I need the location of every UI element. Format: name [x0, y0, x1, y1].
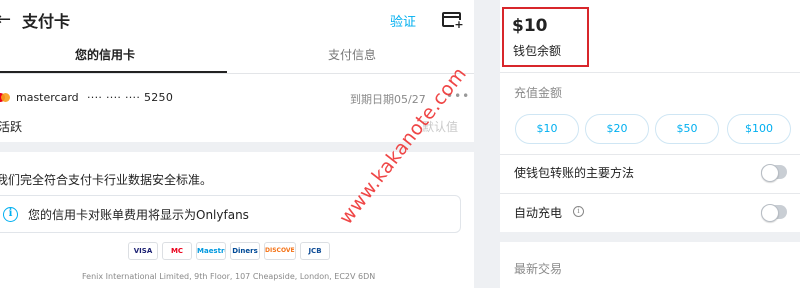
add-card-icon[interactable]: +: [442, 12, 464, 30]
mastercard-icon: [0, 93, 10, 102]
tab-your-cards[interactable]: 您的信用卡: [75, 46, 135, 63]
billing-notice-text: 您的信用卡对账单费用将显示为Onlyfans: [28, 208, 249, 222]
card-status: 活跃: [0, 120, 23, 134]
arrow-left-icon[interactable]: ←: [0, 9, 11, 30]
maestro-icon: Maestro: [196, 242, 226, 260]
primary-method-toggle[interactable]: [761, 164, 787, 182]
wallet-balance-amount: $10: [512, 16, 548, 36]
wallet-panel: $10 钱包余额 充值金额 $10 $20 $50 $100 使钱包转账的主要方…: [500, 0, 800, 288]
wallet-balance-label: 钱包余额: [513, 44, 562, 58]
billing-notice: i 您的信用卡对账单费用将显示为Onlyfans: [0, 195, 461, 233]
page: ← 支付卡 验证 + 您的信用卡 支付信息 mastercard ···· ··…: [0, 0, 800, 288]
amount-10-button[interactable]: $10: [515, 114, 579, 144]
recent-transactions-heading: 最新交易: [514, 262, 563, 276]
amount-100-button[interactable]: $100: [727, 114, 791, 144]
divider: [500, 72, 800, 73]
visa-icon: VISA: [128, 242, 158, 260]
info-icon[interactable]: i: [573, 206, 584, 217]
divider: [500, 154, 800, 155]
primary-method-label: 使钱包转账的主要方法: [514, 166, 635, 180]
amount-50-button[interactable]: $50: [655, 114, 719, 144]
card-expiry: 到期日期05/27: [350, 93, 426, 106]
tab-bar: 您的信用卡 支付信息: [0, 42, 474, 74]
company-address: Fenix International Limited, 9th Floor, …: [82, 272, 376, 281]
card-number: ···· ···· ···· 5250: [87, 91, 174, 104]
card-list-item[interactable]: mastercard ···· ···· ···· 5250 到期日期05/27…: [0, 88, 474, 110]
verify-link[interactable]: 验证: [390, 11, 416, 30]
divider: [500, 193, 800, 194]
info-icon: i: [3, 207, 18, 222]
discover-icon: DISCOVER: [264, 242, 296, 260]
diners-club-icon: Diners: [230, 242, 260, 260]
recharge-amount-label: 充值金额: [514, 86, 563, 100]
pci-compliance-text: 我们完全符合支付卡行业数据安全标准。: [0, 173, 213, 187]
jcb-icon: JCB: [300, 242, 330, 260]
amount-20-button[interactable]: $20: [585, 114, 649, 144]
tab-payment-info[interactable]: 支付信息: [328, 46, 376, 63]
mastercard-logo-icon: MC: [162, 242, 192, 260]
auto-recharge-toggle[interactable]: [761, 204, 787, 222]
auto-recharge-label: 自动充电: [514, 206, 563, 220]
top-bar: ← 支付卡 验证 +: [0, 0, 474, 42]
page-title: 支付卡: [22, 12, 71, 31]
card-brand: mastercard: [16, 91, 79, 104]
active-tab-indicator: [0, 71, 227, 73]
section-divider: [500, 232, 800, 242]
